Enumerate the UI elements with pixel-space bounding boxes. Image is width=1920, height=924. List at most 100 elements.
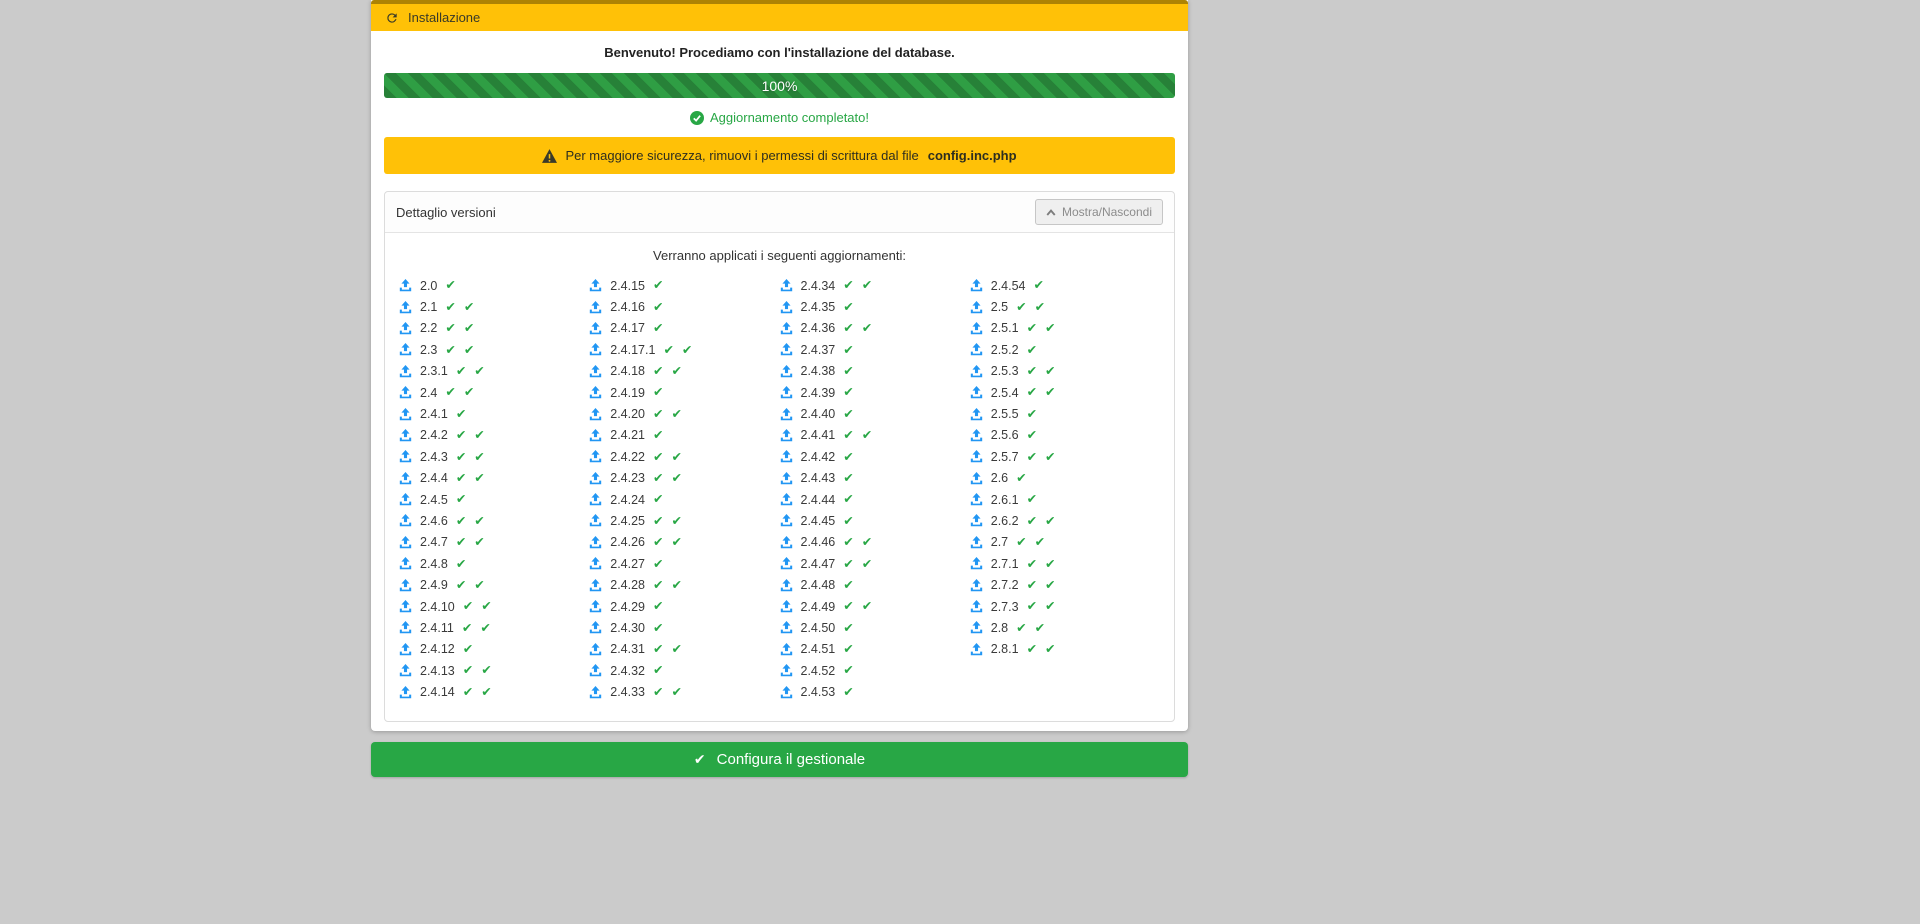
upload-icon [589, 686, 602, 699]
upload-icon [399, 343, 412, 356]
check-icon: ✔ [456, 408, 466, 421]
upload-icon [780, 365, 793, 378]
version-item: 2.4.1✔ [399, 403, 589, 424]
upload-icon [589, 557, 602, 570]
upload-icon [589, 472, 602, 485]
upload-icon [399, 386, 412, 399]
check-icon: ✔ [653, 408, 663, 421]
version-number: 2.4.15 [610, 279, 645, 293]
version-item: 2.6.1✔ [970, 489, 1160, 510]
version-number: 2.6 [991, 471, 1008, 485]
check-icon: ✔ [1027, 365, 1037, 378]
check-icon: ✔ [843, 344, 853, 357]
version-number: 2.4.33 [610, 685, 645, 699]
warning-triangle-icon [542, 149, 557, 163]
check-icon: ✔ [862, 279, 872, 292]
upload-icon [399, 472, 412, 485]
version-number: 2.4.54 [991, 279, 1026, 293]
check-icon: ✔ [1045, 579, 1055, 592]
check-icon: ✔ [464, 322, 474, 335]
check-icon: ✔ [1027, 515, 1037, 528]
upload-icon [970, 365, 983, 378]
upload-icon [970, 343, 983, 356]
version-item: 2.3✔✔ [399, 339, 589, 360]
chevron-up-icon [1046, 208, 1056, 217]
check-icon: ✔ [653, 322, 663, 335]
version-number: 2.6.2 [991, 514, 1019, 528]
version-number: 2.7.2 [991, 578, 1019, 592]
check-icon: ✔ [445, 386, 455, 399]
check-icon: ✔ [481, 664, 491, 677]
upload-icon [589, 279, 602, 292]
upload-icon [589, 301, 602, 314]
version-number: 2.4.9 [420, 578, 448, 592]
upload-icon [780, 643, 793, 656]
upload-icon [970, 557, 983, 570]
version-number: 2.4.53 [801, 685, 836, 699]
configure-button[interactable]: ✔ Configura il gestionale [371, 742, 1188, 777]
upload-icon [780, 322, 793, 335]
version-number: 2.4.35 [801, 300, 836, 314]
upload-icon [970, 301, 983, 314]
check-icon: ✔ [456, 579, 466, 592]
check-icon: ✔ [843, 515, 853, 528]
check-icon: ✔ [474, 365, 484, 378]
upload-icon [970, 514, 983, 527]
check-icon: ✔ [1027, 386, 1037, 399]
versions-panel-body: Verranno applicati i seguenti aggiorname… [385, 233, 1174, 721]
check-icon: ✔ [474, 472, 484, 485]
version-item: 2.4.14✔✔ [399, 681, 589, 702]
versions-column: 2.0✔2.1✔✔2.2✔✔2.3✔✔2.3.1✔✔2.4✔✔2.4.1✔2.4… [399, 275, 589, 703]
version-item: 2.4.52✔ [780, 660, 970, 681]
version-item: 2.5✔✔ [970, 296, 1160, 317]
version-item: 2.4.20✔✔ [589, 403, 779, 424]
upload-icon [589, 322, 602, 335]
version-number: 2.4.44 [801, 493, 836, 507]
version-item: 2.4.18✔✔ [589, 361, 779, 382]
version-item: 2.7.3✔✔ [970, 596, 1160, 617]
version-item: 2.4.17.1✔✔ [589, 339, 779, 360]
show-hide-toggle-button[interactable]: Mostra/Nascondi [1035, 199, 1163, 225]
installer-header: Installazione [371, 0, 1188, 31]
check-icon: ✔ [1027, 493, 1037, 506]
version-item: 2.4.26✔✔ [589, 532, 779, 553]
version-item: 2.4.47✔✔ [780, 553, 970, 574]
check-icon: ✔ [862, 429, 872, 442]
versions-panel-title: Dettaglio versioni [396, 205, 496, 220]
upload-icon [780, 514, 793, 527]
versions-panel: Dettaglio versioni Mostra/Nascondi Verra… [384, 191, 1175, 722]
upload-icon [589, 600, 602, 613]
check-icon: ✔ [843, 301, 853, 314]
version-number: 2.4.7 [420, 535, 448, 549]
upload-icon [780, 429, 793, 442]
check-icon: ✔ [445, 301, 455, 314]
version-number: 2.4.11 [420, 621, 454, 635]
upload-icon [780, 557, 793, 570]
version-number: 2.4.45 [801, 514, 836, 528]
upload-icon [589, 514, 602, 527]
check-icon: ✔ [1016, 472, 1026, 485]
check-icon: ✔ [653, 493, 663, 506]
version-number: 2.5.2 [991, 343, 1019, 357]
check-icon: ✔ [843, 558, 853, 571]
version-number: 2.5.1 [991, 321, 1019, 335]
upload-icon [970, 279, 983, 292]
check-icon: ✔ [653, 643, 663, 656]
check-icon: ✔ [653, 536, 663, 549]
check-icon: ✔ [672, 515, 682, 528]
check-icon: ✔ [672, 451, 682, 464]
upload-icon [399, 493, 412, 506]
upload-icon [970, 386, 983, 399]
version-item: 2.4.16✔ [589, 296, 779, 317]
check-icon: ✔ [1045, 600, 1055, 613]
version-item: 2.1✔✔ [399, 296, 589, 317]
upload-icon [780, 408, 793, 421]
version-item: 2.4.42✔ [780, 446, 970, 467]
version-item: 2.4.15✔ [589, 275, 779, 296]
show-hide-toggle-label: Mostra/Nascondi [1062, 205, 1152, 219]
upload-icon [589, 429, 602, 442]
check-icon: ✔ [653, 600, 663, 613]
version-number: 2.4.36 [801, 321, 836, 335]
versions-column: 2.4.15✔2.4.16✔2.4.17✔2.4.17.1✔✔2.4.18✔✔2… [589, 275, 779, 703]
version-number: 2.4.14 [420, 685, 455, 699]
